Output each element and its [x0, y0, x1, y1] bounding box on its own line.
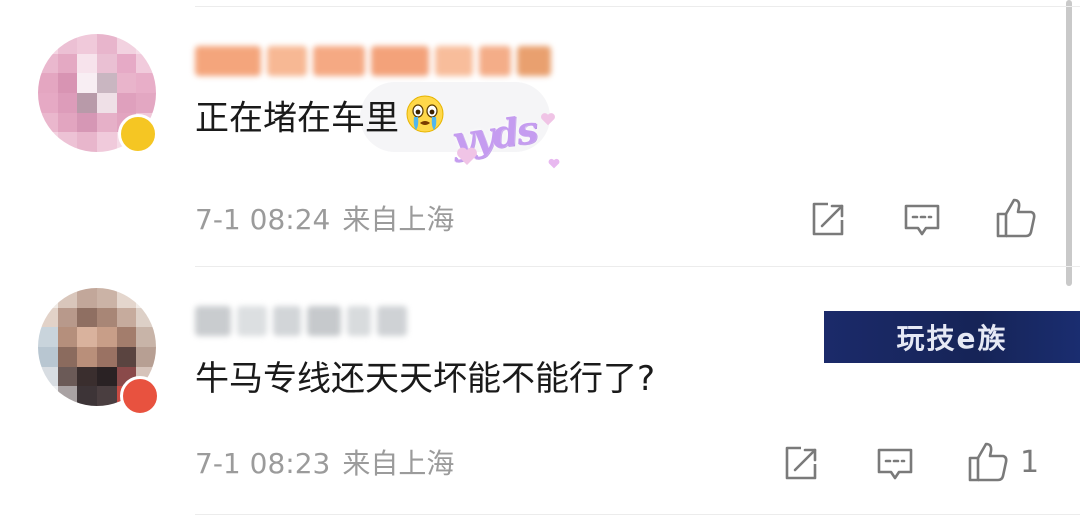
comment-time: 7-1 08:23	[195, 447, 331, 480]
share-icon	[812, 202, 844, 236]
scrollbar[interactable]	[1066, 0, 1072, 286]
heart-icon	[548, 158, 560, 169]
comment-location: 来自上海	[342, 203, 455, 236]
comment-meta: 7-1 08:24 来自上海	[195, 200, 454, 240]
comment-meta: 7-1 08:23 来自上海	[195, 444, 454, 484]
divider	[195, 266, 1080, 267]
reply-button[interactable]	[902, 198, 942, 242]
heart-icon	[541, 113, 555, 126]
vip-badge-icon	[120, 376, 160, 416]
share-icon	[785, 446, 817, 480]
share-button[interactable]	[808, 198, 848, 242]
heart-icon	[457, 147, 477, 165]
username-blurred[interactable]	[195, 38, 551, 84]
comment-icon	[904, 204, 940, 236]
verified-badge-icon	[118, 114, 158, 154]
reply-button[interactable]	[875, 442, 915, 486]
divider	[195, 6, 1080, 7]
comment-icon	[877, 448, 913, 480]
like-button[interactable]	[994, 196, 1048, 240]
like-button[interactable]: 1	[966, 440, 1039, 484]
crying-emoji-icon	[405, 94, 445, 146]
share-button[interactable]	[781, 442, 821, 486]
like-count: 1	[1020, 444, 1040, 480]
username-blurred[interactable]	[195, 298, 407, 344]
thumbs-up-icon	[968, 442, 1008, 482]
watermark-banner: 玩技e族	[824, 311, 1080, 363]
comment-list: 正在堵在车里 yyds 7-1 08:24 来自上海 牛马专线还天天坏能不能行了…	[0, 0, 1080, 522]
thumbs-up-icon	[996, 198, 1036, 238]
comment-location: 来自上海	[342, 447, 455, 480]
comment-text: 正在堵在车里	[195, 94, 445, 146]
comment-text: 牛马专线还天天坏能不能行了?	[195, 359, 656, 399]
comment-time: 7-1 08:24	[195, 203, 331, 236]
divider	[195, 514, 1080, 515]
